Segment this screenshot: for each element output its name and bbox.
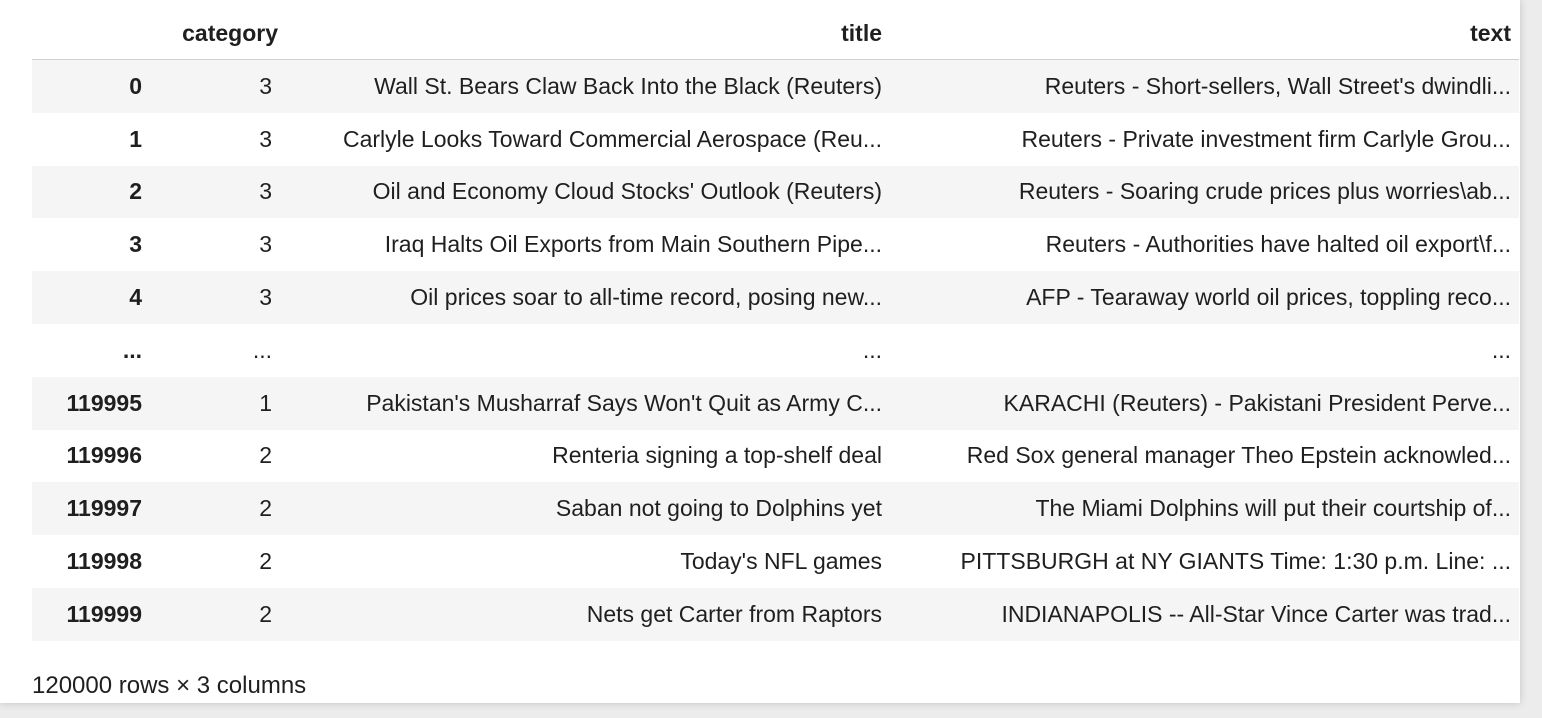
row-index: 3: [129, 231, 142, 258]
table-row: 119996 2 Renteria signing a top-shelf de…: [32, 429, 1519, 483]
text-cell: The Miami Dolphins will put their courts…: [1035, 495, 1511, 522]
row-index: 119995: [66, 389, 142, 416]
category-cell: 2: [259, 600, 272, 627]
text-cell: ...: [1491, 336, 1511, 363]
category-cell: 3: [259, 178, 272, 205]
text-cell: KARACHI (Reuters) - Pakistani President …: [1003, 389, 1511, 416]
title-cell: Nets get Carter from Raptors: [586, 600, 882, 627]
row-index: 119998: [66, 548, 142, 575]
dataframe-shape-summary: 120000 rows × 3 columns: [32, 672, 307, 699]
row-index: 1: [129, 125, 142, 152]
dataframe-table: category title text 0 3 Wall St. Bears C…: [32, 8, 1519, 641]
title-cell: Oil and Economy Cloud Stocks' Outlook (R…: [372, 178, 882, 205]
text-cell: PITTSBURGH at NY GIANTS Time: 1:30 p.m. …: [960, 548, 1511, 575]
header-row: category title text: [32, 8, 1519, 60]
title-header: title: [286, 8, 890, 60]
title-cell: Renteria signing a top-shelf deal: [552, 442, 882, 469]
row-index: 119996: [66, 442, 142, 469]
table-row: 4 3 Oil prices soar to all-time record, …: [32, 271, 1519, 324]
table-row: 119995 1 Pakistan's Musharraf Says Won't…: [32, 376, 1519, 430]
table-row: 119999 2 Nets get Carter from Raptors IN…: [32, 587, 1519, 641]
table-row: 0 3 Wall St. Bears Claw Back Into the Bl…: [32, 59, 1519, 113]
table-header: category title text: [32, 8, 1519, 60]
title-cell: Pakistan's Musharraf Says Won't Quit as …: [366, 389, 882, 416]
title-cell: Carlyle Looks Toward Commercial Aerospac…: [342, 125, 882, 152]
dataframe-output: category title text 0 3 Wall St. Bears C…: [0, 0, 1520, 703]
row-index: 0: [129, 72, 142, 99]
table-row: 1 3 Carlyle Looks Toward Commercial Aero…: [32, 112, 1519, 166]
table-row: 119998 2 Today's NFL games PITTSBURGH at…: [32, 535, 1519, 588]
ellipsis-row: ... ... ... ...: [32, 323, 1519, 377]
table-body: 0 3 Wall St. Bears Claw Back Into the Bl…: [32, 59, 1519, 641]
title-cell: Saban not going to Dolphins yet: [555, 495, 882, 522]
category-cell: 3: [259, 125, 272, 152]
title-cell: ...: [862, 336, 882, 363]
text-cell: Reuters - Authorities have halted oil ex…: [1045, 231, 1511, 258]
row-index: 2: [129, 178, 142, 205]
category-cell: 3: [259, 72, 272, 99]
text-header: text: [890, 8, 1519, 60]
title-cell: Iraq Halts Oil Exports from Main Souther…: [384, 231, 882, 258]
row-index: ...: [122, 336, 142, 363]
category-cell: 3: [259, 231, 272, 258]
title-cell: Today's NFL games: [680, 548, 882, 575]
table-row: 3 3 Iraq Halts Oil Exports from Main Sou…: [32, 218, 1519, 272]
index-header: [32, 8, 152, 60]
category-cell: 2: [259, 495, 272, 522]
text-cell: INDIANAPOLIS -- All-Star Vince Carter wa…: [1001, 600, 1511, 627]
title-cell: Wall St. Bears Claw Back Into the Black …: [374, 72, 882, 99]
table-row: 2 3 Oil and Economy Cloud Stocks' Outloo…: [32, 165, 1519, 219]
text-cell: Reuters - Short-sellers, Wall Street's d…: [1044, 72, 1511, 99]
category-cell: 3: [259, 284, 272, 311]
row-index: 119999: [66, 600, 142, 627]
category-cell: 2: [259, 548, 272, 575]
text-cell: Red Sox general manager Theo Epstein ack…: [966, 442, 1511, 469]
table-row: 119997 2 Saban not going to Dolphins yet…: [32, 482, 1519, 536]
category-cell: ...: [252, 336, 272, 363]
text-cell: AFP - Tearaway world oil prices, topplin…: [1026, 284, 1511, 311]
category-header: category: [152, 8, 286, 60]
title-cell: Oil prices soar to all-time record, posi…: [410, 284, 882, 311]
text-cell: Reuters - Private investment firm Carlyl…: [1021, 125, 1511, 152]
category-cell: 2: [259, 442, 272, 469]
text-cell: Reuters - Soaring crude prices plus worr…: [1018, 178, 1511, 205]
row-index: 119997: [66, 495, 142, 522]
category-cell: 1: [259, 389, 272, 416]
row-index: 4: [129, 284, 142, 311]
